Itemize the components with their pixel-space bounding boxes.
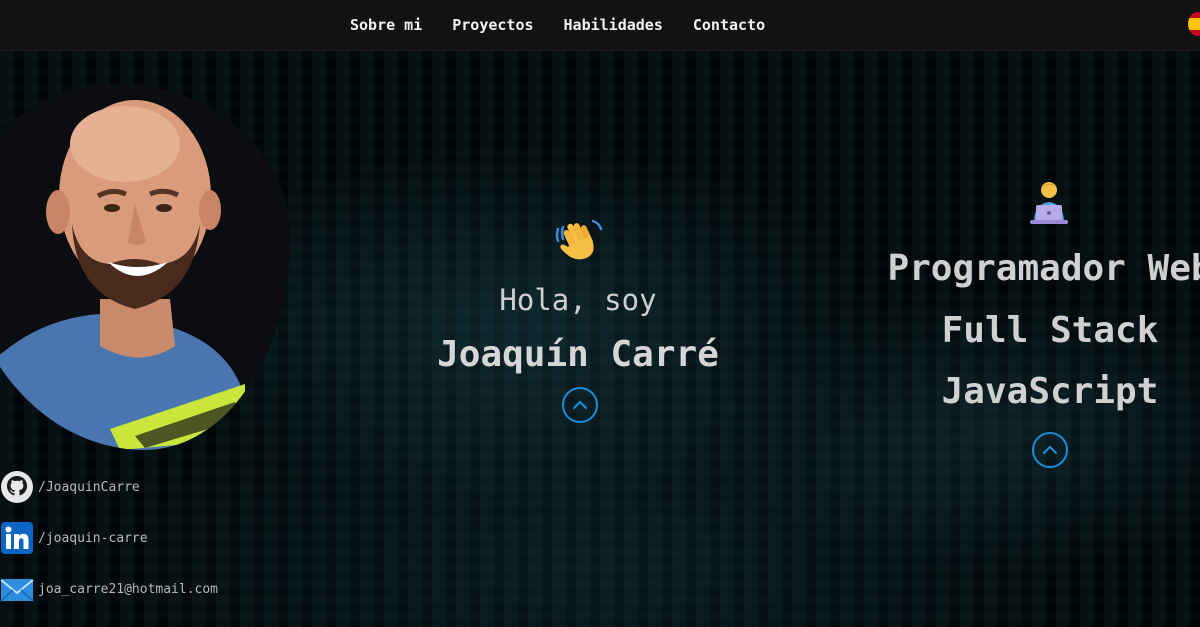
linkedin-handle: /joaquin-carre: [38, 530, 148, 546]
scroll-up-button[interactable]: [562, 387, 598, 423]
github-icon: [0, 470, 34, 504]
nav-link-about[interactable]: Sobre mi: [350, 16, 422, 34]
chevron-up-icon: [572, 400, 588, 410]
github-handle: /JoaquinCarre: [38, 479, 140, 495]
nav-links: Sobre mi Proyectos Habilidades Contacto: [335, 0, 780, 50]
navbar: Sobre mi Proyectos Habilidades Contacto: [0, 0, 1200, 51]
social-email[interactable]: joa_carre21@hotmail.com: [0, 572, 218, 606]
linkedin-icon: [0, 521, 34, 555]
email-address: joa_carre21@hotmail.com: [38, 581, 219, 597]
technologist-icon: [1024, 178, 1074, 228]
nav-link-contact[interactable]: Contacto: [693, 16, 765, 34]
role-line-1: Programador Web: [887, 248, 1200, 289]
waving-hand-icon: [553, 215, 605, 267]
role-line-2: Full Stack: [941, 310, 1159, 351]
hero-greeting: Hola, soy: [499, 283, 657, 317]
roles-scroll-up-button[interactable]: [1032, 432, 1068, 468]
profile-photo: [0, 84, 290, 450]
social-linkedin[interactable]: /joaquin-carre: [0, 521, 148, 555]
nav-link-projects[interactable]: Proyectos: [452, 16, 533, 34]
role-line-3: JavaScript: [941, 371, 1159, 412]
chevron-up-icon: [1042, 445, 1058, 455]
social-github[interactable]: /JoaquinCarre: [0, 470, 140, 504]
page: Sobre mi Proyectos Habilidades Contacto: [0, 0, 1200, 627]
mail-icon: [0, 572, 34, 606]
spain-flag-icon[interactable]: [1188, 12, 1200, 36]
hero-name: Joaquín Carré: [437, 334, 719, 375]
nav-link-skills[interactable]: Habilidades: [564, 16, 663, 34]
